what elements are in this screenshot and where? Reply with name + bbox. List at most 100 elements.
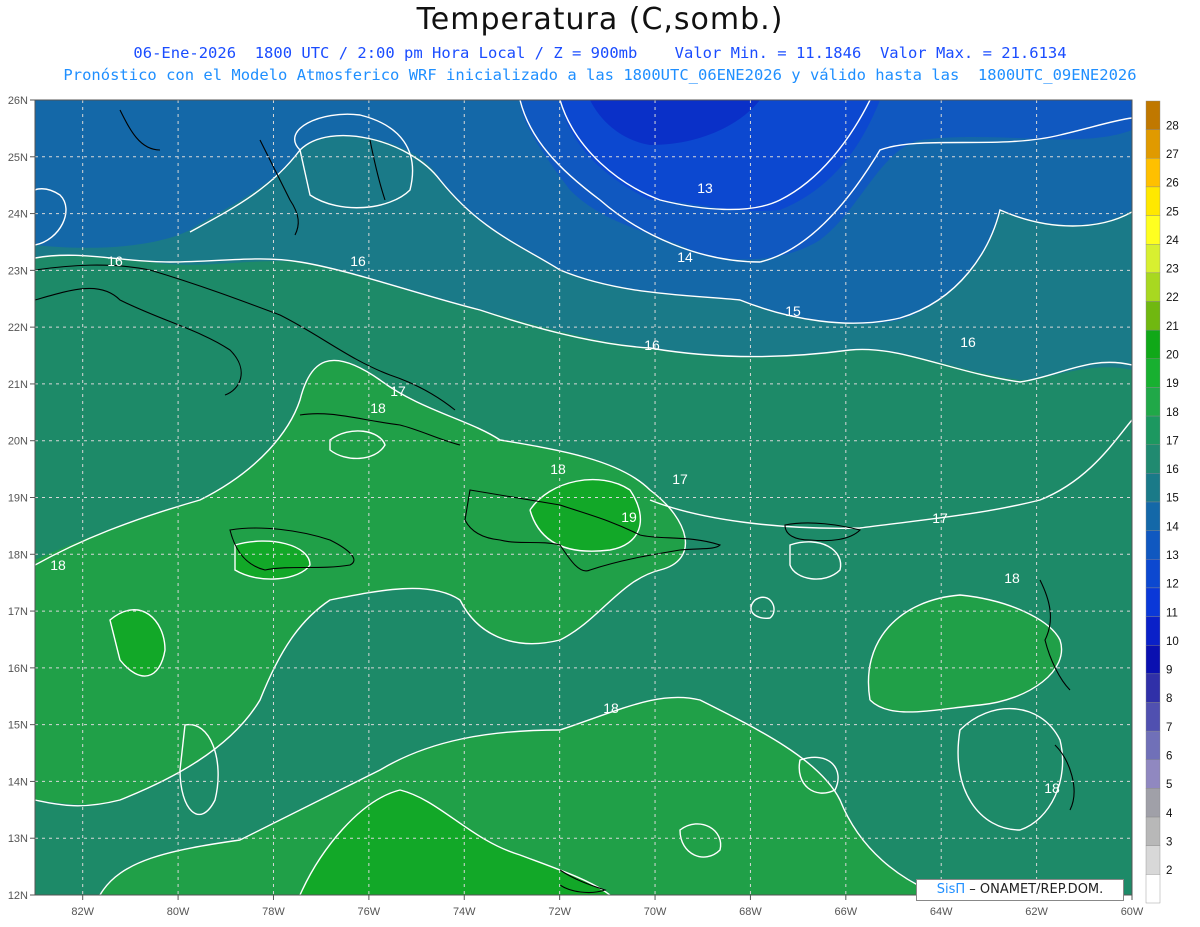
lat-tick-label: 16N bbox=[8, 663, 28, 675]
colorbar-swatch bbox=[1145, 158, 1161, 188]
lon-tick-label: 74W bbox=[453, 906, 476, 918]
colorbar-swatch bbox=[1145, 673, 1161, 703]
isotherm-label: 18 bbox=[603, 700, 619, 716]
isotherm-label: 16 bbox=[350, 253, 366, 269]
colorbar-swatch bbox=[1145, 845, 1161, 875]
lon-tick-label: 82W bbox=[71, 906, 94, 918]
colorbar-swatch bbox=[1145, 272, 1161, 302]
colorbar-level-label: 19 bbox=[1166, 378, 1179, 390]
lat-tick-label: 23N bbox=[8, 265, 28, 277]
lat-tick-label: 18N bbox=[8, 549, 28, 561]
lon-tick-label: 70W bbox=[644, 906, 667, 918]
colorbar-level-label: 12 bbox=[1166, 579, 1179, 591]
colorbar-level-label: 4 bbox=[1166, 808, 1173, 820]
lon-tick-label: 76W bbox=[358, 906, 381, 918]
colorbar-swatch bbox=[1145, 645, 1161, 675]
lat-tick-label: 14N bbox=[8, 776, 28, 788]
colorbar-level-label: 5 bbox=[1166, 779, 1172, 791]
colorbar-level-label: 8 bbox=[1166, 693, 1172, 705]
lat-tick-label: 25N bbox=[8, 152, 28, 164]
isotherm-label: 18 bbox=[550, 461, 566, 477]
lat-tick-label: 22N bbox=[8, 322, 28, 334]
lat-tick-label: 15N bbox=[8, 720, 28, 732]
colorbar-swatch bbox=[1145, 587, 1161, 617]
colorbar-swatch bbox=[1145, 788, 1161, 818]
colorbar-swatch bbox=[1145, 358, 1161, 388]
lat-tick-label: 13N bbox=[8, 833, 28, 845]
colorbar-level-label: 3 bbox=[1166, 836, 1172, 848]
lat-tick-label: 24N bbox=[8, 209, 28, 221]
lat-tick-label: 19N bbox=[8, 493, 28, 505]
colorbar-level-label: 14 bbox=[1166, 521, 1179, 533]
colorbar-swatch bbox=[1145, 559, 1161, 589]
colorbar-level-label: 7 bbox=[1166, 722, 1172, 734]
lat-tick-label: 17N bbox=[8, 606, 28, 618]
isotherm-label: 14 bbox=[677, 249, 693, 265]
colorbar-level-label: 15 bbox=[1166, 493, 1179, 505]
colorbar-swatch bbox=[1145, 415, 1161, 445]
colorbar-level-label: 10 bbox=[1166, 636, 1179, 648]
colorbar-level-label: 21 bbox=[1166, 321, 1179, 333]
lat-tick-label: 20N bbox=[8, 436, 28, 448]
isotherm-label: 18 bbox=[1044, 780, 1060, 796]
colorbar-level-label: 9 bbox=[1166, 665, 1172, 677]
isotherm-label: 19 bbox=[621, 509, 637, 525]
colorbar-level-label: 2 bbox=[1166, 865, 1172, 877]
credit-box: SisΠ – ONAMET/REP.DOM. bbox=[916, 879, 1124, 901]
colorbar-swatch bbox=[1145, 874, 1161, 904]
lon-tick-label: 68W bbox=[739, 906, 762, 918]
lat-tick-label: 12N bbox=[8, 890, 28, 902]
colorbar-swatch bbox=[1145, 530, 1161, 560]
colorbar-level-label: 11 bbox=[1166, 607, 1178, 619]
colorbar-swatch bbox=[1145, 329, 1161, 359]
isotherm-label: 13 bbox=[697, 180, 713, 196]
isotherm-label: 18 bbox=[1004, 570, 1020, 586]
isotherm-label: 16 bbox=[960, 334, 976, 350]
colorbar-level-label: 26 bbox=[1166, 178, 1179, 190]
lat-tick-label: 21N bbox=[8, 379, 28, 391]
colorbar-swatch bbox=[1145, 702, 1161, 732]
isotherm-label: 18 bbox=[370, 400, 386, 416]
isotherm-label: 18 bbox=[50, 557, 66, 573]
isotherm-label: 16 bbox=[644, 337, 660, 353]
colorbar-swatch bbox=[1145, 129, 1161, 159]
isotherm-label: 17 bbox=[672, 471, 688, 487]
lon-tick-label: 78W bbox=[262, 906, 285, 918]
colorbar-swatch bbox=[1145, 387, 1161, 417]
colorbar-level-label: 17 bbox=[1166, 435, 1179, 447]
colorbar-swatch bbox=[1145, 301, 1161, 331]
colorbar-swatch bbox=[1145, 816, 1161, 846]
colorbar-level-label: 13 bbox=[1166, 550, 1179, 562]
temperature-map: 16 1613141516 161718181719 1718181818 82W 80… bbox=[8, 95, 1180, 918]
colorbar-swatch bbox=[1145, 730, 1161, 760]
colorbar-level-label: 22 bbox=[1166, 292, 1179, 304]
colorbar-swatch bbox=[1145, 616, 1161, 646]
credit-text: – ONAMET/REP.DOM. bbox=[965, 882, 1104, 897]
colorbar-level-label: 16 bbox=[1166, 464, 1179, 476]
colorbar-swatch bbox=[1145, 444, 1161, 474]
colorbar-swatch bbox=[1145, 186, 1161, 216]
lon-tick-label: 62W bbox=[1025, 906, 1048, 918]
lon-tick-label: 66W bbox=[835, 906, 858, 918]
brand-logo-text: SisΠ bbox=[936, 882, 966, 897]
isotherm-label: 17 bbox=[390, 383, 406, 399]
colorbar-swatch bbox=[1145, 215, 1161, 245]
lon-tick-label: 64W bbox=[930, 906, 953, 918]
isotherm-label: 16 bbox=[107, 253, 123, 269]
lon-tick-label: 80W bbox=[167, 906, 190, 918]
colorbar-level-label: 24 bbox=[1166, 235, 1179, 247]
lon-tick-label: 72W bbox=[548, 906, 571, 918]
isotherm-label: 17 bbox=[932, 510, 948, 526]
colorbar-level-label: 20 bbox=[1166, 349, 1179, 361]
colorbar-swatch bbox=[1145, 100, 1161, 130]
colorbar-swatch bbox=[1145, 244, 1161, 274]
isotherm-label: 15 bbox=[785, 303, 801, 319]
colorbar-swatch bbox=[1145, 759, 1161, 789]
colorbar-level-label: 27 bbox=[1166, 149, 1179, 161]
colorbar-level-label: 6 bbox=[1166, 750, 1172, 762]
colorbar-level-label: 23 bbox=[1166, 264, 1179, 276]
colorbar-swatch bbox=[1145, 501, 1161, 531]
colorbar-swatch bbox=[1145, 473, 1161, 503]
colorbar-level-label: 28 bbox=[1166, 120, 1179, 132]
lat-tick-label: 26N bbox=[8, 95, 28, 107]
